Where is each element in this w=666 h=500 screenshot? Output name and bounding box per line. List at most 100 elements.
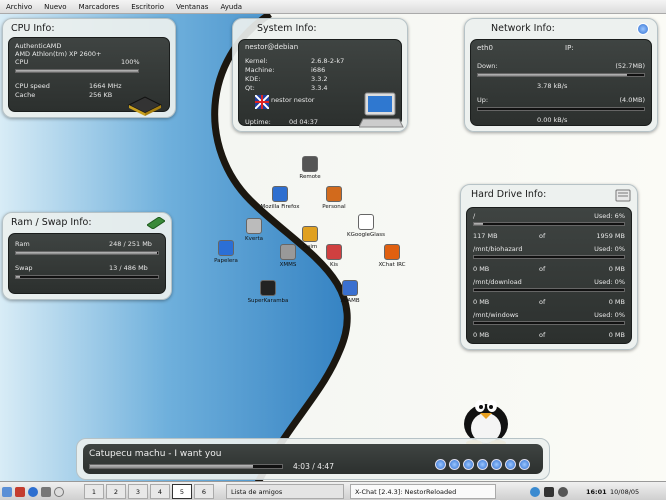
system-uptime-label: Uptime:	[245, 118, 271, 126]
music-player-body: Catupecu machu - I want you 4:03 / 4:47	[83, 444, 543, 474]
task-buddy-list[interactable]: Lista de amigos	[226, 484, 344, 499]
player-previous-button[interactable]	[435, 459, 446, 470]
system-kernel-value: 2.6.8-2-k7	[311, 57, 345, 65]
ram-fill	[16, 252, 157, 254]
ram-swap-title: Ram / Swap Info:	[11, 217, 92, 228]
desktop-2-button[interactable]: 2	[106, 484, 126, 499]
player-play-button[interactable]	[463, 459, 474, 470]
desktop-icon-label: Personal	[322, 204, 346, 210]
desktop-4-button[interactable]: 4	[150, 484, 170, 499]
cpu-cache-value: 256 KB	[89, 91, 113, 99]
drive-row: /mnt/download Used: 0%	[473, 278, 625, 287]
menu-archivo[interactable]: Archivo	[0, 3, 38, 11]
network-info-panel: Network Info: eth0 IP: Down: (52.7MB) 3.78…	[464, 18, 658, 132]
swap-value: 13 / 486 Mb	[109, 264, 148, 272]
volume-icon[interactable]	[530, 486, 540, 497]
clock-date[interactable]: 10/08/05	[610, 484, 639, 499]
drive-mount: /mnt/windows	[473, 311, 519, 319]
cpu-usage-bar	[15, 69, 139, 73]
desktop-icon-papelera[interactable]: Papelera	[198, 240, 254, 264]
menu-nuevo[interactable]: Nuevo	[38, 3, 72, 11]
desktop-icon-superkaramba[interactable]: SuperKaramba	[240, 280, 296, 304]
network-up-label: Up:	[477, 96, 489, 104]
drive-mount: /	[473, 212, 476, 220]
kmenu-icon[interactable]	[2, 486, 12, 497]
drive-usage-bar	[473, 288, 625, 292]
network-down-rate: 3.78 kB/s	[537, 82, 568, 90]
desktop-5-button[interactable]: 5	[172, 484, 192, 499]
drive-usage-bar	[473, 255, 625, 259]
drive-row: /mnt/windows Used: 0%	[473, 311, 625, 320]
system-kde-value: 3.3.2	[311, 75, 328, 83]
drive-total-size: 0 MB	[608, 265, 625, 273]
cpu-speed-label: CPU speed	[15, 82, 50, 90]
ram-swap-panel: Ram / Swap Info: Ram 248 / 251 Mb Swap 13 …	[2, 212, 172, 300]
desktop-icon-xchat-irc[interactable]: XChat IRC	[364, 244, 420, 268]
desktop-icon-label: XMMS	[279, 262, 297, 268]
player-next-button[interactable]	[519, 459, 530, 470]
system-qt-label: Qt:	[245, 84, 255, 92]
drive-size-row: 0 MB of 0 MB	[473, 265, 625, 274]
player-forward-button[interactable]	[505, 459, 516, 470]
desktop-icon-xlamb[interactable]: XLAMB	[322, 280, 378, 304]
home-icon[interactable]	[15, 486, 25, 497]
drive-used-size: 0 MB	[473, 331, 490, 339]
menu-marcadores[interactable]: Marcadores	[73, 3, 126, 11]
network-up-rate: 0.00 kB/s	[537, 116, 568, 124]
menu-ventanas[interactable]: Ventanas	[170, 3, 214, 11]
desktop-icon-personal[interactable]: Personal	[306, 186, 362, 210]
system-machine-value: i686	[311, 66, 326, 74]
track-progress-bar[interactable]	[89, 464, 283, 469]
browser-icon[interactable]	[28, 486, 38, 497]
clock-time[interactable]: 16:01	[586, 484, 607, 499]
swap-fill	[16, 276, 21, 278]
player-stop-button[interactable]	[491, 459, 502, 470]
system-info-panel: System Info: nestor@debian Kernel: 2.6.8-…	[232, 18, 408, 132]
cd-icon[interactable]	[54, 486, 64, 497]
swap-bar	[15, 275, 159, 279]
drive-used: Used: 0%	[594, 278, 625, 286]
desktop-icon-kis[interactable]: Kis	[306, 244, 362, 268]
cpu-usage-fill	[16, 70, 138, 72]
drive-of-label: of	[539, 331, 546, 339]
system-login: nestor nestor	[271, 96, 315, 104]
desktop-6-button[interactable]: 6	[194, 484, 214, 499]
tray-app-icon[interactable]	[544, 486, 554, 497]
desktop-3-button[interactable]: 3	[128, 484, 148, 499]
system-info-title: System Info:	[257, 23, 317, 34]
hard-drive-body: / Used: 6% 117 MB of 1959 MB/mnt/biohazard Us…	[466, 207, 632, 344]
menu-escritorio[interactable]: Escritorio	[125, 3, 170, 11]
drive-mount: /mnt/download	[473, 278, 522, 286]
network-down-fill	[478, 74, 628, 76]
player-pause-button[interactable]	[477, 459, 488, 470]
desktop-icon-kgoogleglass[interactable]: KGoogleGlass	[338, 214, 394, 238]
network-down-total: (52.7MB)	[615, 62, 645, 70]
task-xchat[interactable]: X-Chat [2.4.3]: NestorReloaded	[350, 484, 496, 499]
desktop-1-button[interactable]: 1	[84, 484, 104, 499]
drive-size-row: 0 MB of 0 MB	[473, 331, 625, 340]
desktop-icon-mozilla-firefox[interactable]: Mozilla Firefox	[252, 186, 308, 210]
desktop-icon-remote[interactable]: Remote	[282, 156, 338, 180]
xchat-icon	[384, 244, 400, 260]
system-kde-label: KDE:	[245, 75, 261, 83]
computer-icon	[359, 92, 404, 128]
gaim-icon	[302, 226, 318, 242]
player-rewind-button[interactable]	[449, 459, 460, 470]
network-globe-icon	[637, 23, 649, 35]
drive-total-size: 0 MB	[608, 331, 625, 339]
drive-used-size: 117 MB	[473, 232, 498, 240]
drive-usage-fill	[474, 223, 483, 225]
menu-ayuda[interactable]: Ayuda	[214, 3, 248, 11]
music-player-widget: Catupecu machu - I want you 4:03 / 4:47	[76, 438, 550, 480]
desktop-icon-kverta[interactable]: Kverta	[226, 218, 282, 242]
network-up-bar	[477, 107, 645, 111]
superkaramba-icon	[260, 280, 276, 296]
tray-network-icon[interactable]	[558, 486, 568, 497]
ram-value: 248 / 251 Mb	[109, 240, 152, 248]
drive-size-row: 117 MB of 1959 MB	[473, 232, 625, 241]
drive-used: Used: 0%	[594, 311, 625, 319]
track-title: Catupecu machu - I want you	[89, 449, 222, 459]
ram-label: Ram	[15, 240, 30, 248]
swap-label: Swap	[15, 264, 33, 272]
terminal-icon[interactable]	[41, 486, 51, 497]
